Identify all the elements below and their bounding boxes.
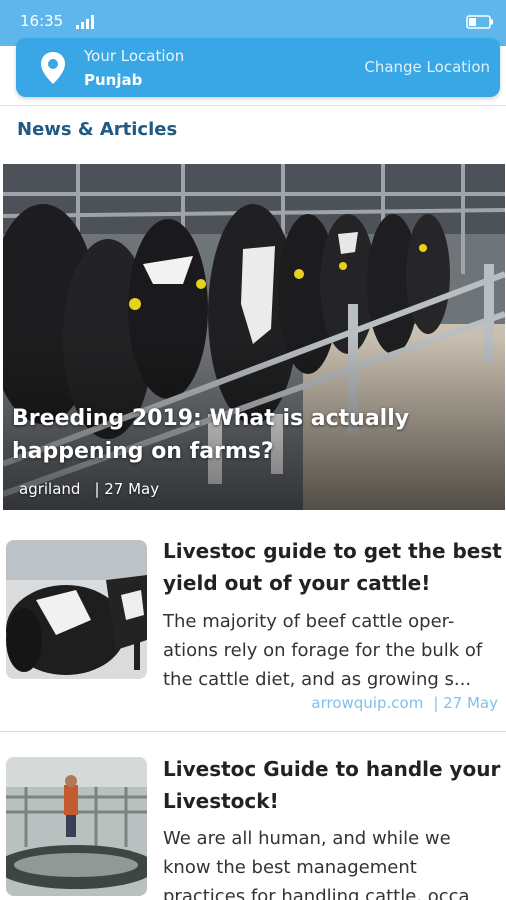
section-title: News & Articles [17, 119, 178, 140]
featured-article-meta: agriland | 27 May [19, 480, 159, 498]
location-label: Your Location [84, 47, 185, 65]
article-title[interactable]: Livestoc Guide to handle your Livestock! [163, 753, 503, 817]
featured-article-date: | 27 May [94, 480, 160, 498]
divider [0, 731, 506, 732]
article-excerpt: We are all human, and while we know the … [163, 828, 470, 900]
signal-icon [76, 14, 100, 33]
featured-article-source: agriland [19, 480, 81, 498]
featured-article-card[interactable]: Breeding 2019: What is actually happenin… [3, 164, 505, 510]
article-thumbnail [6, 757, 147, 896]
article-date: | 27 May [433, 694, 498, 712]
status-time: 16:35 [20, 12, 64, 30]
article-title[interactable]: Livestoc guide to get the best yield out… [163, 535, 503, 599]
location-bar[interactable]: Your Location Punjab Change Location [16, 38, 500, 97]
featured-article-title[interactable]: Breeding 2019: What is actually happenin… [12, 402, 432, 468]
article-thumbnail [6, 540, 147, 679]
divider [0, 105, 506, 106]
article-card[interactable]: Livestoc Guide to handle your Livestock!… [0, 748, 506, 900]
change-location-button[interactable]: Change Location [364, 58, 490, 76]
battery-icon [466, 14, 494, 33]
location-value: Punjab [84, 71, 143, 89]
article-card[interactable]: Livestoc guide to get the best yield out… [0, 530, 506, 730]
article-source[interactable]: arrowquip.com [311, 694, 423, 712]
map-pin-icon [40, 51, 66, 89]
article-meta: arrowquip.com | 27 May [311, 694, 498, 712]
article-excerpt: The majority of beef cattle oper- ations… [163, 611, 483, 690]
